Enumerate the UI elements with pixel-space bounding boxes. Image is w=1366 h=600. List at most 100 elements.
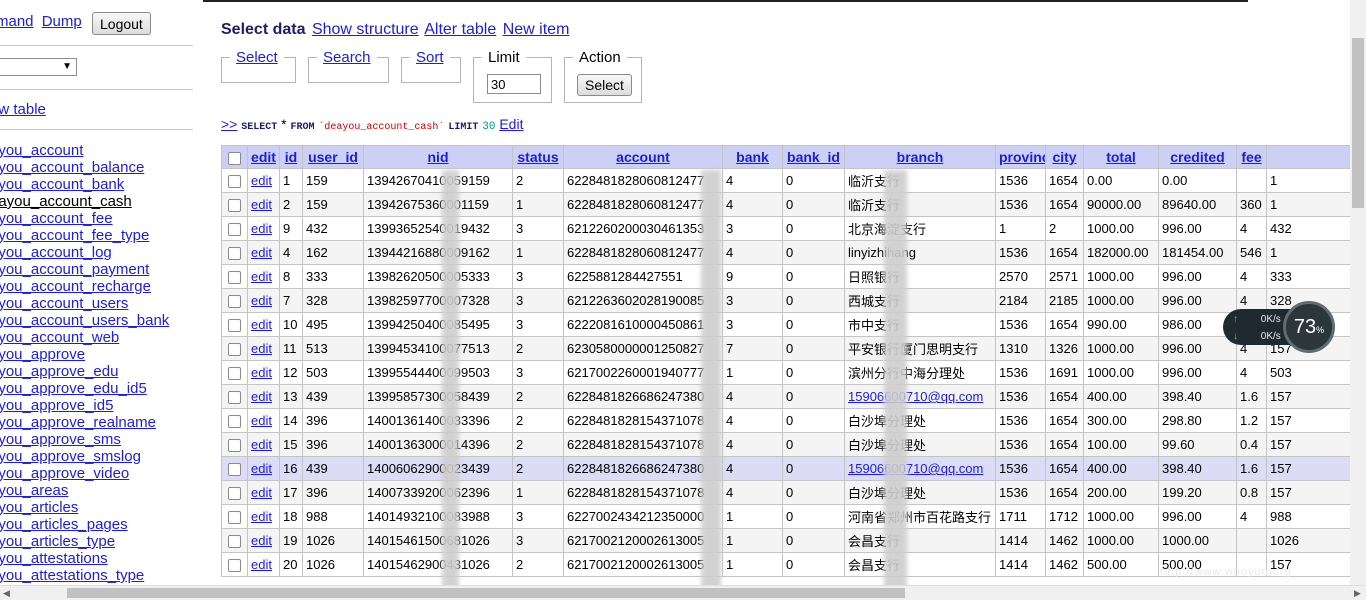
row-edit-link[interactable]: edit (251, 461, 272, 476)
vertical-scrollbar[interactable] (1350, 0, 1366, 585)
nav-select-data[interactable]: Select data (221, 21, 305, 38)
column-sort-link[interactable]: nid (428, 149, 449, 165)
sql-toggle-link[interactable]: >> (221, 116, 237, 132)
column-sort-link[interactable]: branch (897, 149, 944, 165)
column-sort-link[interactable]: id (285, 149, 297, 165)
row-edit-link[interactable]: edit (251, 413, 272, 428)
table-link[interactable]: ayou_approve_sms (0, 431, 121, 448)
row-checkbox[interactable] (228, 175, 241, 189)
table-link[interactable]: eayou_account_cash (0, 193, 132, 210)
table-link[interactable]: ayou_account_payment (0, 261, 149, 278)
table-link[interactable]: ayou_approve_edu (0, 363, 118, 380)
network-speed-widget[interactable]: ↑ 0K/s ↓ 0K/s 73% (1223, 301, 1343, 353)
row-checkbox[interactable] (228, 535, 241, 549)
row-checkbox[interactable] (228, 223, 241, 237)
horizontal-scrollbar-thumb[interactable] (67, 588, 905, 598)
select-action-button[interactable]: Select (577, 74, 632, 96)
table-link[interactable]: ayou_account_balance (0, 159, 144, 176)
table-link[interactable]: ayou_approve_edu_id5 (0, 380, 147, 397)
row-checkbox[interactable] (228, 319, 241, 333)
row-edit-link[interactable]: edit (251, 365, 272, 380)
row-edit-link[interactable]: edit (251, 557, 272, 572)
horizontal-scrollbar[interactable]: ◀ ▶ (0, 585, 1366, 600)
table-link[interactable]: ayou_account_bank (0, 176, 124, 193)
table-link[interactable]: ayou_account_fee (0, 210, 113, 227)
scroll-right-icon[interactable]: ▶ (1354, 588, 1361, 599)
row-checkbox[interactable] (228, 295, 241, 309)
row-checkbox[interactable] (228, 439, 241, 453)
row-edit-link[interactable]: edit (251, 533, 272, 548)
row-checkbox[interactable] (228, 511, 241, 525)
row-edit-link[interactable]: edit (251, 221, 272, 236)
row-checkbox[interactable] (228, 559, 241, 573)
email-link[interactable]: 15906600710@qq.com (848, 389, 983, 404)
table-link[interactable]: ayou_account (0, 142, 83, 159)
column-sort-link[interactable]: city (1052, 149, 1076, 165)
row-checkbox[interactable] (228, 247, 241, 261)
row-checkbox[interactable] (228, 391, 241, 405)
row-edit-link[interactable]: edit (251, 485, 272, 500)
row-checkbox[interactable] (228, 367, 241, 381)
column-sort-link[interactable]: bank_id (787, 149, 840, 165)
column-sort-link[interactable]: credited (1170, 149, 1224, 165)
table-link[interactable]: ayou_account_web (0, 329, 119, 346)
email-link[interactable]: 15906600710@qq.com (848, 461, 983, 476)
row-checkbox[interactable] (228, 463, 241, 477)
table-link[interactable]: ayou_account_recharge (0, 278, 151, 295)
table-link[interactable]: ayou_approve_id5 (0, 397, 113, 414)
nav-show-structure[interactable]: Show structure (312, 21, 419, 38)
table-link[interactable]: ayou_attestations (0, 550, 108, 567)
column-sort-link[interactable]: account (616, 149, 670, 165)
table-link[interactable]: ayou_approve_smslog (0, 448, 141, 465)
table-link[interactable]: ayou_approve_video (0, 465, 129, 482)
new-table-link[interactable]: ew table (0, 101, 46, 118)
row-edit-link[interactable]: edit (251, 245, 272, 260)
row-edit-link[interactable]: edit (251, 389, 272, 404)
table-link[interactable]: ayou_account_users_bank (0, 312, 169, 329)
search-link[interactable]: Search (317, 50, 377, 66)
vertical-scrollbar-thumb[interactable] (1352, 38, 1364, 208)
row-checkbox[interactable] (228, 487, 241, 501)
column-sort-link[interactable]: province (999, 149, 1045, 165)
table-link[interactable]: ayou_approve_realname (0, 414, 156, 431)
column-sort-link[interactable]: fee (1241, 149, 1261, 165)
dump-link[interactable]: Dump (42, 13, 82, 30)
table-link[interactable]: ayou_articles (0, 499, 78, 516)
select-all-checkbox[interactable] (228, 151, 241, 165)
table-link[interactable]: ayou_attestations_type (0, 567, 144, 584)
row-checkbox[interactable] (228, 199, 241, 213)
row-edit-link[interactable]: edit (251, 509, 272, 524)
select-columns-link[interactable]: Select (230, 50, 284, 66)
row-edit-link[interactable]: edit (251, 437, 272, 452)
column-sort-link[interactable]: user_id (308, 149, 358, 165)
table-link[interactable]: ayou_articles_pages (0, 516, 128, 533)
row-edit-link[interactable]: edit (251, 173, 272, 188)
row-checkbox[interactable] (228, 415, 241, 429)
command-link[interactable]: mand (0, 13, 34, 30)
scroll-left-icon[interactable]: ◀ (3, 588, 10, 599)
row-edit-link[interactable]: edit (251, 293, 272, 308)
sql-edit-link[interactable]: Edit (499, 116, 523, 132)
table-link[interactable]: ayou_approve (0, 346, 85, 363)
column-sort-link[interactable]: total (1106, 149, 1136, 165)
nav-alter-table[interactable]: Alter table (424, 21, 496, 38)
nav-new-item[interactable]: New item (503, 21, 570, 38)
table-link[interactable]: ayou_account_users (0, 295, 128, 312)
row-edit-link[interactable]: edit (251, 269, 272, 284)
row-edit-link[interactable]: edit (251, 317, 272, 332)
edit-header-link[interactable]: edit (251, 149, 276, 165)
table-link[interactable]: ayou_account_fee_type (0, 227, 149, 244)
row-checkbox[interactable] (228, 343, 241, 357)
row-edit-link[interactable]: edit (251, 341, 272, 356)
memory-usage-gauge[interactable]: 73% (1283, 301, 1335, 353)
table-link[interactable]: ayou_articles_type (0, 533, 115, 550)
row-checkbox[interactable] (228, 271, 241, 285)
column-sort-link[interactable]: bank (736, 149, 769, 165)
logout-button[interactable]: Logout (92, 12, 151, 35)
sort-link[interactable]: Sort (410, 50, 450, 66)
table-link[interactable]: ayou_account_log (0, 244, 112, 261)
column-sort-link[interactable]: status (517, 149, 558, 165)
limit-input[interactable] (487, 74, 541, 94)
row-edit-link[interactable]: edit (251, 197, 272, 212)
database-select[interactable]: ▼ (0, 58, 77, 76)
